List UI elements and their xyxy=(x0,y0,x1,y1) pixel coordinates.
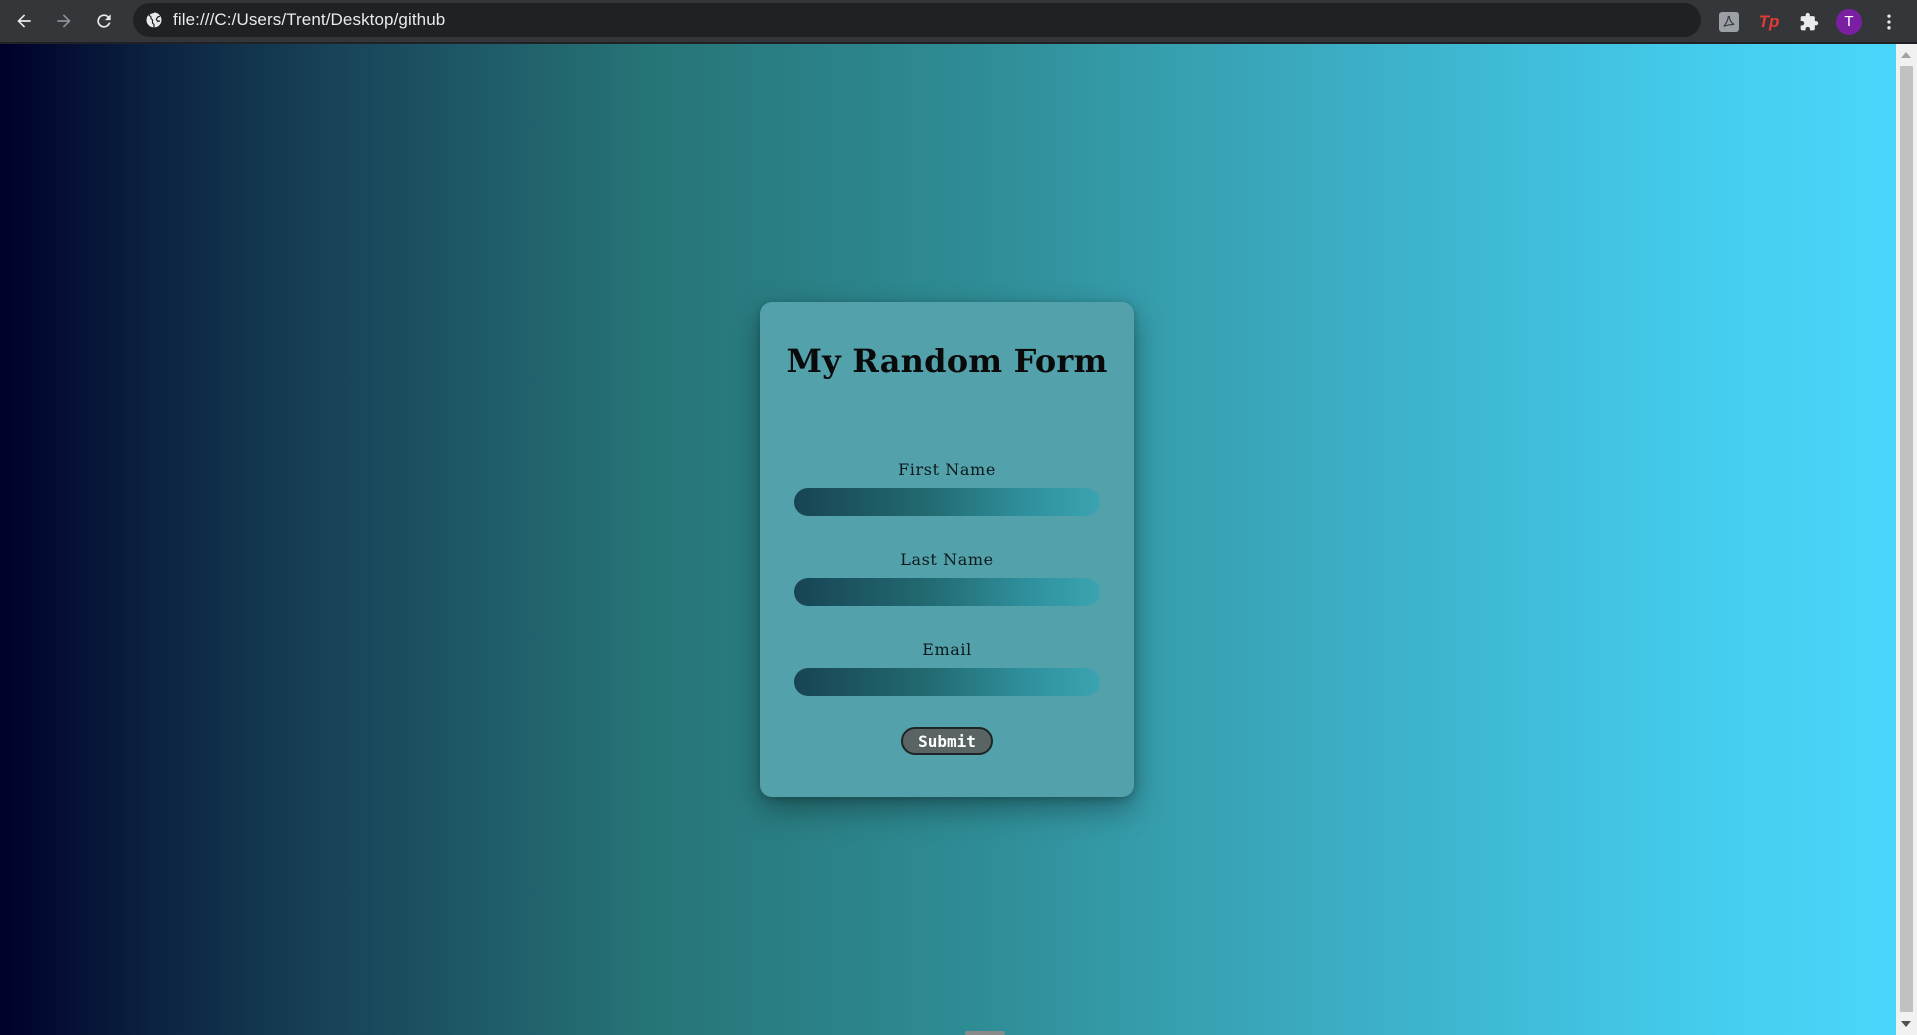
scroll-thumb[interactable] xyxy=(1900,66,1913,1012)
globe-icon[interactable] xyxy=(145,11,163,29)
first-name-input[interactable] xyxy=(794,488,1100,516)
pdf-extension-icon xyxy=(1719,11,1739,32)
extension-area: Tp T xyxy=(1715,0,1917,43)
address-bar[interactable]: file:///C:/Users/Trent/Desktop/github xyxy=(133,3,1701,37)
browser-menu-button[interactable] xyxy=(1875,8,1903,36)
email-label: Email xyxy=(922,640,972,659)
bottom-edge-indicator xyxy=(965,1031,1005,1035)
profile-button[interactable]: T xyxy=(1835,8,1863,36)
email-input[interactable] xyxy=(794,668,1100,696)
form-card: My Random Form First Name Last Name Emai… xyxy=(760,302,1134,797)
forward-button[interactable] xyxy=(49,6,79,36)
tp-extension-button[interactable]: Tp xyxy=(1755,8,1783,36)
last-name-label: Last Name xyxy=(900,550,994,569)
avatar: T xyxy=(1836,8,1862,35)
puzzle-extensions-icon xyxy=(1800,12,1819,30)
last-name-field: Last Name xyxy=(760,550,1134,606)
arrow-left-icon xyxy=(17,14,31,28)
reload-icon xyxy=(97,14,111,28)
first-name-field: First Name xyxy=(760,460,1134,516)
form-title: My Random Form xyxy=(786,342,1108,380)
extensions-button[interactable] xyxy=(1795,8,1823,36)
back-button[interactable] xyxy=(9,6,39,36)
submit-button[interactable]: Submit xyxy=(901,727,993,755)
vertical-scrollbar[interactable] xyxy=(1896,44,1917,1035)
reload-button[interactable] xyxy=(89,6,119,36)
browser-toolbar: file:///C:/Users/Trent/Desktop/github Tp… xyxy=(0,0,1917,43)
email-field: Email xyxy=(760,640,1134,696)
tp-extension-icon: Tp xyxy=(1758,11,1780,31)
arrow-right-icon xyxy=(57,14,71,28)
scroll-down-arrow-icon[interactable] xyxy=(1901,1021,1911,1027)
last-name-input[interactable] xyxy=(794,578,1100,606)
url-text[interactable]: file:///C:/Users/Trent/Desktop/github xyxy=(173,10,445,30)
first-name-label: First Name xyxy=(898,460,996,479)
kebab-menu-icon xyxy=(1887,14,1891,29)
pdf-extension-button[interactable] xyxy=(1715,8,1743,36)
scroll-up-arrow-icon[interactable] xyxy=(1901,52,1911,58)
